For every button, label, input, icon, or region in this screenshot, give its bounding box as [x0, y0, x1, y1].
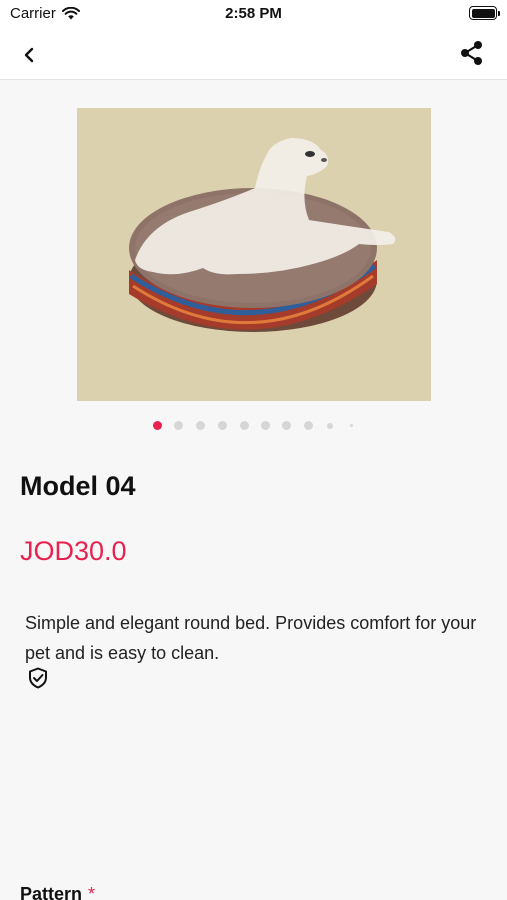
- status-bar: Carrier 2:58 PM: [0, 0, 507, 28]
- shield-check-icon: [29, 667, 47, 689]
- product-title: Model 04: [20, 471, 136, 501]
- carousel-dot[interactable]: [304, 421, 313, 430]
- carousel-dot[interactable]: [240, 421, 249, 430]
- product-price: JOD30.0: [20, 536, 127, 566]
- pattern-label: Pattern *: [20, 884, 95, 900]
- required-marker: *: [88, 884, 96, 900]
- image-carousel-pagination[interactable]: [0, 420, 507, 432]
- carousel-dot[interactable]: [196, 421, 205, 430]
- carousel-dot[interactable]: [261, 421, 270, 430]
- battery-icon: [469, 6, 500, 20]
- carousel-dot[interactable]: [327, 422, 333, 429]
- product-description: Simple and elegant round bed. Provides c…: [25, 613, 477, 663]
- share-button[interactable]: [457, 38, 487, 68]
- status-time: 2:58 PM: [225, 5, 282, 22]
- carousel-dot[interactable]: [282, 421, 291, 430]
- back-button[interactable]: [14, 40, 44, 70]
- pet-bed-illustration: [129, 138, 396, 332]
- product-image[interactable]: [77, 108, 431, 401]
- carousel-dot[interactable]: [174, 421, 183, 430]
- carousel-dot[interactable]: [218, 421, 227, 430]
- pattern-label-text: Pattern: [20, 884, 83, 900]
- share-icon: [461, 41, 482, 65]
- carousel-dot[interactable]: [350, 424, 353, 427]
- carousel-dot-active[interactable]: [153, 421, 162, 430]
- chevron-left-icon: [24, 47, 34, 63]
- navigation-bar: [0, 28, 507, 80]
